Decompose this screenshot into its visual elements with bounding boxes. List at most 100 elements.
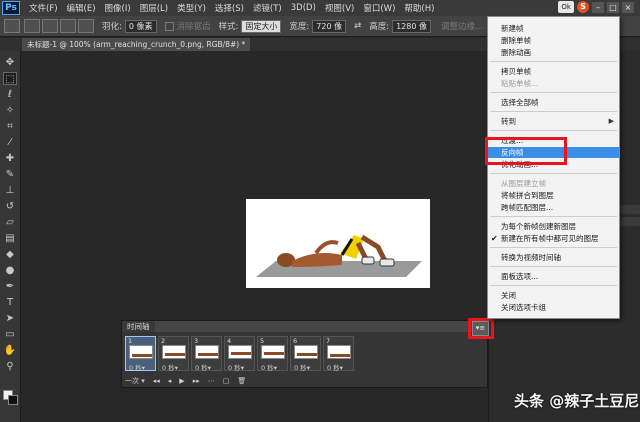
animation-frame[interactable]: 4 0 秒▾ (224, 336, 255, 372)
minimize-button[interactable]: – (592, 1, 604, 13)
marquee-tool-preset-icon[interactable] (4, 19, 20, 33)
menu-image[interactable]: 图像(I) (105, 2, 131, 14)
menu-type[interactable]: 类型(Y) (177, 2, 206, 14)
previous-frame-button[interactable]: ◂ (168, 377, 172, 385)
menu-item-select-all-frames[interactable]: 选择全部帧 (488, 97, 619, 108)
dodge-tool-icon[interactable]: ● (3, 264, 17, 277)
height-input[interactable]: 1280 像 (392, 19, 431, 33)
type-tool-icon[interactable]: T (3, 296, 17, 309)
menu-file[interactable]: 文件(F) (29, 2, 58, 14)
antialias-checkbox[interactable] (164, 21, 174, 31)
healing-brush-tool-icon[interactable]: ✚ (3, 152, 17, 165)
menu-select[interactable]: 选择(S) (215, 2, 244, 14)
zoom-tool-icon[interactable]: ⚲ (3, 360, 17, 373)
clone-stamp-tool-icon[interactable]: ⊥ (3, 184, 17, 197)
first-frame-button[interactable]: ◂◂ (153, 377, 160, 385)
move-tool-icon[interactable]: ✥ (3, 56, 17, 69)
menu-item-make-frames-from-layers[interactable]: 从图层建立帧 (488, 178, 619, 189)
photoshop-logo: Ps (2, 1, 20, 15)
swap-dimensions-icon[interactable]: ⇄ (354, 21, 361, 31)
intersect-selection-icon[interactable] (78, 19, 94, 33)
magic-wand-tool-icon[interactable]: ✧ (3, 104, 17, 117)
refine-edge-button[interactable]: 调整边缘... (441, 20, 483, 32)
style-select[interactable]: 固定大小 (241, 19, 282, 33)
next-frame-button[interactable]: ▸▸ (193, 377, 200, 385)
subtract-selection-icon[interactable] (60, 19, 76, 33)
frame-delay-select[interactable]: 0 秒▾ (327, 362, 343, 372)
timeline-controls: 一次 ▾ ◂◂ ◂ ▶ ▸▸ ⋯ ▢ 🗑 (125, 376, 246, 386)
animation-frame[interactable]: 3 0 秒▾ (191, 336, 222, 372)
menu-layer[interactable]: 图层(L) (140, 2, 168, 14)
menu-item-delete-animation[interactable]: 删除动画 (488, 47, 619, 58)
menu-filter[interactable]: 滤镜(T) (253, 2, 282, 14)
gradient-tool-icon[interactable]: ▤ (3, 232, 17, 245)
feather-input[interactable]: 0 像素 (124, 19, 157, 33)
animation-frame[interactable]: 7 0 秒▾ (323, 336, 354, 372)
eraser-tool-icon[interactable]: ▱ (3, 216, 17, 229)
frame-number: 6 (293, 337, 298, 345)
animation-frame[interactable]: 2 0 秒▾ (158, 336, 189, 372)
document-tab[interactable]: 未标题-1 @ 100% (arm_reaching_crunch_0.png,… (22, 38, 251, 51)
animation-frame[interactable]: 5 0 秒▾ (257, 336, 288, 372)
menu-item-panel-options[interactable]: 面板选项... (488, 271, 619, 282)
menu-item-copy-frame[interactable]: 拷贝单帧 (488, 66, 619, 77)
frame-delay-select[interactable]: 0 秒▾ (129, 362, 145, 372)
s-app-icon[interactable]: S (577, 1, 589, 13)
timeline-panel-menu: 新建帧 删除单帧 删除动画 拷贝单帧 粘贴单帧... 选择全部帧 转到 ▶ 过渡.… (487, 16, 620, 319)
eyedropper-tool-icon[interactable]: ⁄ (3, 136, 17, 149)
maximize-button[interactable]: □ (607, 1, 619, 13)
ok-badge[interactable]: Ok (558, 1, 574, 13)
rectangle-tool-icon[interactable]: ▭ (3, 328, 17, 341)
frame-delay-select[interactable]: 0 秒▾ (261, 362, 277, 372)
lasso-tool-icon[interactable]: ℓ (3, 88, 17, 101)
frame-delay-select[interactable]: 0 秒▾ (195, 362, 211, 372)
new-selection-icon[interactable] (24, 19, 40, 33)
menu-item-close[interactable]: 关闭 (488, 290, 619, 301)
tween-button[interactable]: ⋯ (208, 377, 215, 385)
hand-tool-icon[interactable]: ✋ (3, 344, 17, 357)
rectangular-marquee-tool-icon[interactable]: ⬚ (3, 72, 17, 85)
timeline-tab[interactable]: 时间轴 (122, 321, 155, 332)
menu-item-label: 删除动画 (501, 48, 531, 57)
add-selection-icon[interactable] (42, 19, 58, 33)
menu-help[interactable]: 帮助(H) (404, 2, 434, 14)
close-button[interactable]: × (622, 1, 634, 13)
animation-frame[interactable]: 1 0 秒▾ (125, 336, 156, 372)
menu-separator (490, 247, 617, 248)
crop-tool-icon[interactable]: ⌗ (3, 120, 17, 133)
loop-options-select[interactable]: 一次 ▾ (125, 376, 145, 386)
frame-number: 7 (326, 337, 331, 345)
menu-item-convert-to-video-timeline[interactable]: 转换为视频时间轴 (488, 252, 619, 263)
menu-edit[interactable]: 编辑(E) (67, 2, 96, 14)
submenu-arrow-icon: ▶ (608, 117, 614, 125)
history-brush-tool-icon[interactable]: ↺ (3, 200, 17, 213)
frame-delay-select[interactable]: 0 秒▾ (294, 362, 310, 372)
menu-item-new-frame[interactable]: 新建帧 (488, 23, 619, 34)
frame-delay-select[interactable]: 0 秒▾ (162, 362, 178, 372)
path-selection-tool-icon[interactable]: ➤ (3, 312, 17, 325)
width-input[interactable]: 720 像 (312, 19, 347, 33)
document-canvas-image[interactable] (246, 199, 430, 288)
menu-item-go-to[interactable]: 转到 ▶ (488, 116, 619, 127)
play-button[interactable]: ▶ (179, 377, 184, 385)
menu-item-match-layer-across-frames[interactable]: 跨帧匹配图层... (488, 202, 619, 213)
menu-item-new-layers-visible-in-all-frames[interactable]: ✔ 新建在所有帧中都可见的图层 (488, 233, 619, 244)
menu-window[interactable]: 窗口(W) (363, 2, 395, 14)
frame-thumbnail (228, 345, 252, 359)
menu-view[interactable]: 视图(V) (325, 2, 354, 14)
menu-3d[interactable]: 3D(D) (291, 3, 316, 13)
menu-item-close-tab-group[interactable]: 关闭选项卡组 (488, 302, 619, 313)
pen-tool-icon[interactable]: ✒ (3, 280, 17, 293)
menu-item-create-new-layer-per-frame[interactable]: 为每个新帧创建新图层 (488, 221, 619, 232)
duplicate-frame-button[interactable]: ▢ (223, 377, 230, 385)
background-color-swatch[interactable] (8, 395, 18, 405)
frame-delay-select[interactable]: 0 秒▾ (228, 362, 244, 372)
menu-item-paste-frame[interactable]: 粘贴单帧... (488, 78, 619, 89)
blur-tool-icon[interactable]: ◆ (3, 248, 17, 261)
menu-item-label: 粘贴单帧... (501, 79, 539, 88)
animation-frame[interactable]: 6 0 秒▾ (290, 336, 321, 372)
menu-item-flatten-frames-into-layers[interactable]: 将帧拼合到图层 (488, 190, 619, 201)
brush-tool-icon[interactable]: ✎ (3, 168, 17, 181)
menu-item-delete-frame[interactable]: 删除单帧 (488, 35, 619, 46)
delete-frame-button[interactable]: 🗑 (237, 377, 246, 385)
